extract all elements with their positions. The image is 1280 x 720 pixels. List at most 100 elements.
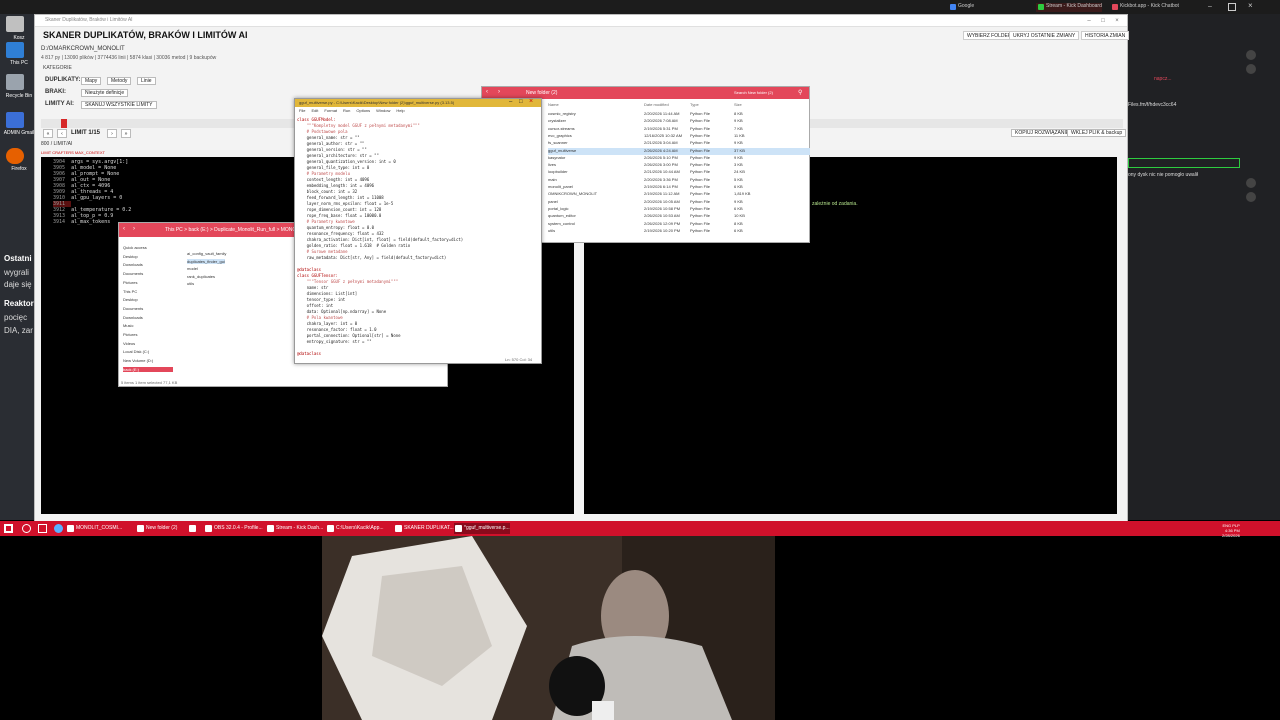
- chat-link[interactable]: Files.fm/f/hdevc3cc64: [1128, 102, 1176, 108]
- taskbar-app[interactable]: Stream - Kick Dash...: [266, 523, 323, 534]
- forward-icon[interactable]: ›: [498, 89, 500, 95]
- menu-item[interactable]: Help: [396, 108, 404, 113]
- choose-folder-button[interactable]: WYBIERZ FOLDER: [963, 31, 1016, 40]
- search-icon[interactable]: ⚲: [798, 89, 802, 96]
- taskbar-app[interactable]: *gguf_multiverse.p...: [454, 523, 510, 534]
- nav-item[interactable]: Downloads: [123, 315, 143, 320]
- nav-item[interactable]: Documents: [123, 271, 143, 276]
- nav-item[interactable]: Music: [123, 323, 133, 328]
- first-page-button[interactable]: «: [43, 129, 53, 138]
- search-icon[interactable]: [22, 524, 31, 533]
- this-pc-icon[interactable]: [6, 42, 24, 58]
- nav-item[interactable]: Desktop: [123, 254, 138, 259]
- nav-item[interactable]: Local Disk (C:): [123, 349, 149, 354]
- file-row[interactable]: loopbuilder 2/21/2026 10:44 AM Python File…: [548, 169, 810, 176]
- system-tray[interactable]: ENG PLP 4:36 PM 2/28/2026: [1222, 523, 1240, 538]
- file-row[interactable]: OMNIKCROWN_MONOLIT 2/19/2026 11:12 AM Pyth…: [548, 191, 810, 198]
- folder-item[interactable]: utils: [187, 281, 194, 286]
- back-icon[interactable]: ‹: [123, 226, 125, 232]
- minimize-icon[interactable]: –: [1085, 17, 1093, 25]
- folder-item[interactable]: duplicates_finder_gui: [187, 258, 225, 264]
- file-row[interactable]: lives 2/26/2026 3:00 PM Python File 3 KB: [548, 162, 810, 169]
- file-row[interactable]: gguf_multiverse 2/26/2026 4:24 AM Python F…: [548, 147, 810, 155]
- trash-icon[interactable]: [6, 74, 24, 90]
- scan-all-limits-button[interactable]: SKANUJ WSZYSTKIE LIMITY: [81, 101, 157, 109]
- start-icon[interactable]: [4, 524, 13, 533]
- paste-backup-button[interactable]: WKLEJ PLIK & backup: [1067, 129, 1127, 137]
- next-page-button[interactable]: ›: [107, 129, 117, 138]
- file-row[interactable]: cursor-streams 2/19/2026 5:31 PM Python Fi…: [548, 126, 810, 133]
- copy-solution-button[interactable]: KOPIUJ ROZWIĄZANIE: [1011, 129, 1074, 137]
- search-input[interactable]: Search New folder (2): [734, 90, 773, 95]
- nav-item[interactable]: This PC: [123, 289, 137, 294]
- taskbar-app[interactable]: [188, 523, 198, 534]
- menu-item[interactable]: File: [299, 108, 305, 113]
- hide-changes-button[interactable]: UKRYJ OSTATNIE ZMIANY: [1009, 31, 1080, 40]
- close-icon[interactable]: ×: [529, 98, 533, 105]
- file-row[interactable]: main 2/20/2026 3:36 PM Python File 5 KB: [548, 177, 810, 184]
- maximize-icon[interactable]: □: [519, 99, 523, 105]
- taskbar-app[interactable]: MONOLIT_COSMI...: [66, 523, 122, 534]
- back-icon[interactable]: ‹: [486, 89, 488, 95]
- col-name[interactable]: Name: [548, 102, 559, 107]
- last-page-button[interactable]: »: [121, 129, 131, 138]
- settings-icon[interactable]: [1246, 50, 1256, 60]
- file-row[interactable]: panel 2/20/2026 10:05 AM Python File 9 KB: [548, 199, 810, 206]
- chip-unused-defs[interactable]: Nieużyte definicje: [81, 89, 129, 97]
- nav-item[interactable]: Documents: [123, 306, 143, 311]
- breadcrumb[interactable]: This PC > back (E:) > Duplicate_Monolit_…: [165, 227, 304, 233]
- menu-item[interactable]: Window: [376, 108, 390, 113]
- taskbar-app[interactable]: SKANER DUPLIKAT...: [394, 523, 454, 534]
- recycle-bin-icon[interactable]: [6, 16, 24, 32]
- browser-tab-stream[interactable]: Stream - Kick Dashboard: [1036, 3, 1102, 12]
- minimize-icon[interactable]: –: [509, 99, 512, 105]
- folder-item[interactable]: rank_duplicates: [187, 274, 215, 279]
- col-date[interactable]: Date modified: [644, 102, 669, 107]
- file-row[interactable]: fs_scanner 2/21/2026 3:04 AM Python File 9 …: [548, 140, 810, 147]
- history-button[interactable]: HISTORIA ZMIAN: [1081, 31, 1130, 40]
- taskbar-app[interactable]: C:\Users\Kacik\App...: [326, 523, 384, 534]
- taskbar-app[interactable]: New folder (2): [136, 523, 177, 534]
- file-row[interactable]: cosmic_registry 2/20/2026 11:44 AM Python …: [548, 111, 810, 118]
- gmail-icon[interactable]: [6, 112, 24, 128]
- emoji-icon[interactable]: [1246, 192, 1256, 202]
- file-row[interactable]: quantum_editor 2/26/2026 10:53 AM Python F…: [548, 213, 810, 220]
- menu-item[interactable]: Format: [324, 108, 337, 113]
- chip-maps[interactable]: Mapy: [81, 77, 102, 85]
- nav-item[interactable]: Pictures: [123, 280, 137, 285]
- task-view-icon[interactable]: [38, 524, 47, 533]
- send-icon[interactable]: [1246, 178, 1256, 188]
- close-icon[interactable]: ×: [1113, 17, 1121, 25]
- file-row[interactable]: kasynator 2/26/2026 5:10 PM Python File 9 K…: [548, 155, 810, 162]
- col-size[interactable]: Size: [734, 102, 742, 107]
- chip-methods[interactable]: Metody: [107, 77, 132, 85]
- file-row[interactable]: monolit_panel 2/19/2026 6:14 PM Python Fil…: [548, 184, 810, 191]
- nav-item[interactable]: Videos: [123, 341, 135, 346]
- maximize-icon[interactable]: □: [1099, 17, 1107, 25]
- nav-item[interactable]: New Volume (D:): [123, 358, 153, 363]
- col-type[interactable]: Type: [690, 102, 699, 107]
- minimize-icon[interactable]: –: [1208, 3, 1216, 11]
- nav-item[interactable]: back (E:): [123, 366, 173, 372]
- browser-tab-kickbot[interactable]: Kickbot.app - Kick Chatbot: [1110, 3, 1179, 12]
- chat-input[interactable]: [1128, 158, 1240, 168]
- taskbar-app[interactable]: OBS 32.0.4 - Profile...: [204, 523, 263, 534]
- file-row[interactable]: system_control 2/26/2026 12:09 PM Python F…: [548, 221, 810, 228]
- menu-item[interactable]: Edit: [311, 108, 318, 113]
- maximize-icon[interactable]: [1228, 3, 1236, 11]
- edge-icon[interactable]: [54, 524, 63, 533]
- firefox-icon[interactable]: [6, 148, 24, 164]
- folder-item[interactable]: model: [187, 266, 198, 271]
- menu-item[interactable]: Options: [356, 108, 370, 113]
- nav-item[interactable]: Quick access: [123, 245, 147, 250]
- prev-page-button[interactable]: ‹: [57, 129, 67, 138]
- folder-item[interactable]: ai_config_vault_family: [187, 251, 226, 256]
- forward-icon[interactable]: ›: [133, 226, 135, 232]
- menu-item[interactable]: Run: [343, 108, 350, 113]
- nav-item[interactable]: Pictures: [123, 332, 137, 337]
- close-icon[interactable]: ×: [1248, 1, 1253, 10]
- browser-tab-google[interactable]: Google: [948, 3, 974, 12]
- gear-icon[interactable]: [1246, 64, 1256, 74]
- nav-item[interactable]: Desktop: [123, 297, 138, 302]
- chip-lines[interactable]: Linie: [137, 77, 156, 85]
